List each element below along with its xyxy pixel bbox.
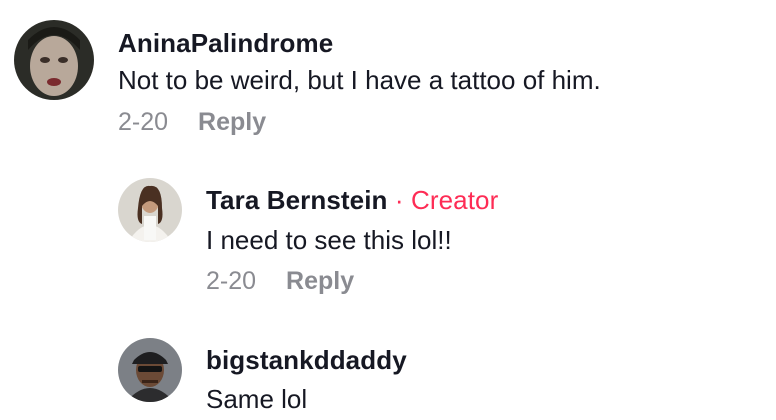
comment-username[interactable]: bigstankddaddy — [206, 345, 407, 376]
comment-text: Not to be weird, but I have a tattoo of … — [118, 65, 601, 95]
reply-comment-item: bigstankddaddy Same lol — [0, 330, 776, 420]
creator-badge: · Creator — [394, 185, 499, 215]
creator-username[interactable]: Tara Bernstein — [206, 185, 388, 215]
avatar[interactable] — [14, 20, 94, 100]
comment-text: I need to see this lol!! — [206, 225, 452, 255]
comment-text: Same lol — [206, 384, 308, 414]
reply-button[interactable]: Reply — [286, 267, 354, 296]
reply-comment-item: Tara Bernstein · Creator I need to see t… — [0, 170, 776, 320]
reply-button[interactable]: Reply — [198, 108, 266, 137]
avatar[interactable] — [118, 178, 182, 242]
comment-item: AninaPalindrome Not to be weird, but I h… — [0, 0, 776, 160]
comment-date: 2-20 — [206, 267, 257, 295]
comment-date: 2-20 — [118, 108, 169, 136]
comment-meta: 2-20 Reply — [206, 267, 354, 296]
comment-username: Tara Bernstein · Creator — [206, 185, 498, 216]
comment-username[interactable]: AninaPalindrome — [118, 28, 333, 59]
comment-meta: 2-20 Reply — [118, 108, 266, 137]
avatar[interactable] — [118, 338, 182, 402]
